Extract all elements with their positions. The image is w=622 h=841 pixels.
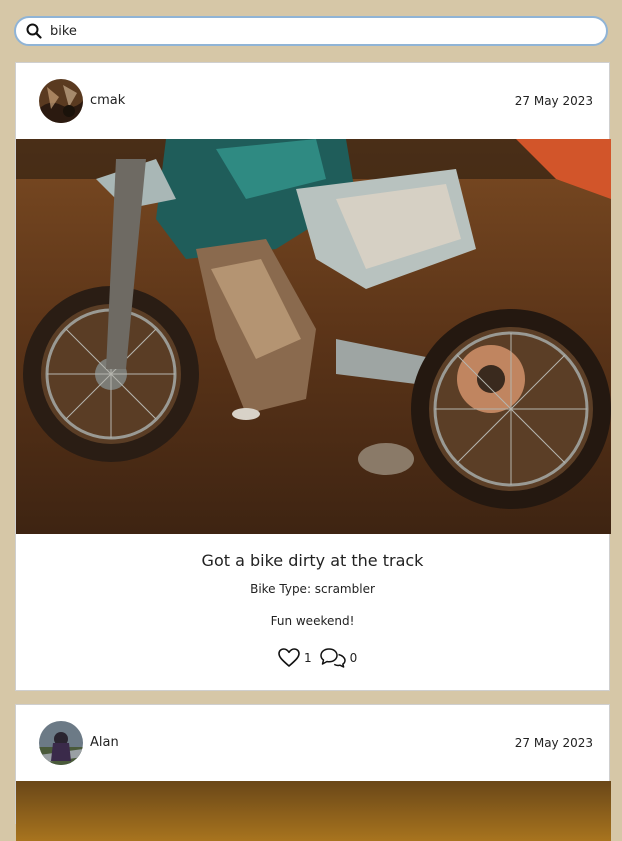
search-input[interactable] <box>48 22 572 40</box>
like-count: 1 <box>304 651 312 665</box>
post-date: 27 May 2023 <box>514 94 593 108</box>
avatar[interactable] <box>39 79 83 123</box>
post-header: Alan 27 May 2023 <box>16 705 609 781</box>
search-bar[interactable] <box>14 16 608 46</box>
post-content: Fun weekend! <box>270 614 355 628</box>
comment-count: 0 <box>349 651 358 665</box>
comments-icon[interactable] <box>319 648 346 668</box>
post-header: cmak 27 May 2023 <box>16 63 609 139</box>
bike-type: Bike Type: scrambler <box>250 582 375 596</box>
post-stats: 1 0 <box>278 646 365 670</box>
post-image[interactable] <box>16 139 611 534</box>
post-image[interactable] <box>16 781 611 841</box>
post-date: 27 May 2023 <box>514 736 593 750</box>
post-title: Got a bike dirty at the track <box>201 551 424 570</box>
post-author[interactable]: Alan <box>90 735 119 750</box>
heart-icon[interactable] <box>278 648 300 668</box>
post-author[interactable]: cmak <box>90 93 125 108</box>
search-icon <box>26 23 42 39</box>
post-card: Alan 27 May 2023 <box>15 704 611 841</box>
post-card: cmak 27 May 2023 Got a bike dirty at the… <box>15 62 611 691</box>
avatar[interactable] <box>39 721 83 765</box>
